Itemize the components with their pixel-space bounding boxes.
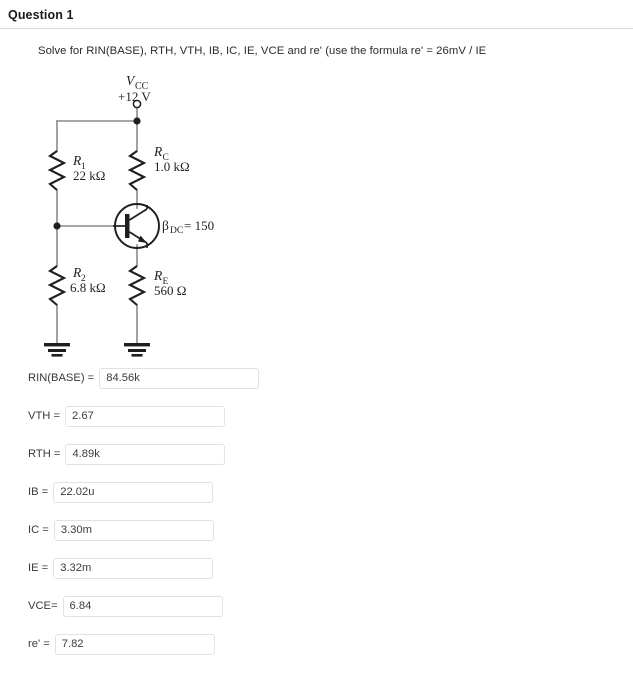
input-ib[interactable]: [53, 481, 214, 503]
ground-symbol-left: [44, 343, 70, 357]
vcc-value-label: +12 V: [118, 89, 151, 104]
re-name-label: R: [153, 268, 163, 283]
field-row-ib: IB =: [28, 481, 633, 503]
junction-dot-base: [53, 222, 61, 230]
input-rin-base[interactable]: [99, 367, 260, 389]
label-re: re' =: [28, 638, 50, 650]
resistor-re-symbol: [127, 265, 147, 306]
transistor-npn-symbol: [113, 203, 160, 249]
header-divider: [0, 28, 633, 29]
label-ie: IE =: [28, 562, 49, 574]
label-ib: IB =: [28, 486, 49, 498]
re-value-label: 560 Ω: [154, 283, 186, 298]
rc-value-label: 1.0 kΩ: [154, 159, 190, 174]
field-row-re: re' =: [28, 633, 633, 655]
label-ic: IC =: [28, 524, 49, 536]
label-vth: VTH =: [28, 410, 61, 422]
r1-value-label: 22 kΩ: [73, 168, 105, 183]
beta-symbol-label: β: [162, 218, 169, 233]
page-title: Question 1: [8, 8, 74, 22]
input-vth[interactable]: [65, 405, 226, 427]
field-row-ic: IC =: [28, 519, 633, 541]
field-row-vce: VCE=: [28, 595, 633, 617]
input-ie[interactable]: [53, 557, 214, 579]
resistor-r1-symbol: [47, 150, 67, 191]
input-re[interactable]: [54, 633, 215, 655]
field-row-rth: RTH =: [28, 443, 633, 465]
rc-name-label: R: [153, 144, 163, 159]
r2-value-label: 6.8 kΩ: [70, 280, 106, 295]
ground-symbol-right: [124, 343, 150, 357]
resistor-r2-symbol: [47, 265, 67, 306]
label-rth: RTH =: [28, 448, 61, 460]
input-vce[interactable]: [62, 595, 223, 617]
resistor-rc-symbol: [127, 150, 147, 191]
label-rin-base: RIN(BASE) =: [28, 372, 95, 384]
junction-dot-vcc: [133, 117, 141, 125]
answer-fields: RIN(BASE) = VTH = RTH = IB = IC = IE = V…: [28, 367, 633, 655]
field-row-vth: VTH =: [28, 405, 633, 427]
label-vce: VCE=: [28, 600, 58, 612]
input-ic[interactable]: [53, 519, 214, 541]
input-rth[interactable]: [65, 443, 226, 465]
circuit-diagram: V CC +12 V R 1 22 kΩ R C 1.0 kΩ R 2 6.8 …: [0, 73, 633, 363]
field-row-rin-base: RIN(BASE) =: [28, 367, 633, 389]
field-row-ie: IE =: [28, 557, 633, 579]
beta-subscript-label: DC: [170, 226, 183, 236]
beta-value-label: = 150: [184, 218, 214, 233]
question-prompt: Solve for RIN(BASE), RTH, VTH, IB, IC, I…: [38, 45, 487, 57]
